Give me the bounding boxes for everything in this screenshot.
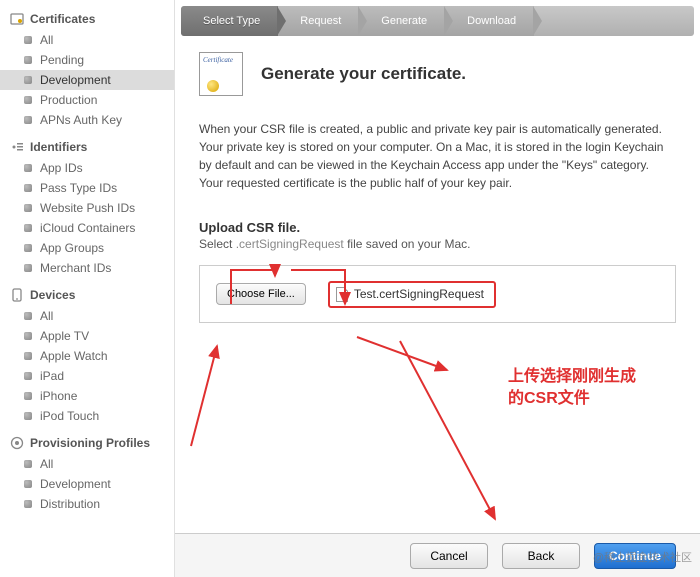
sidebar-item[interactable]: Apple TV	[0, 326, 174, 346]
sidebar-item-label: App Groups	[40, 241, 104, 255]
sidebar-item[interactable]: Merchant IDs	[0, 258, 174, 278]
certificates-icon	[10, 12, 24, 26]
sidebar-item[interactable]: Website Push IDs	[0, 198, 174, 218]
sidebar-item-label: Development	[40, 477, 111, 491]
sidebar-item[interactable]: Development	[0, 70, 174, 90]
identifiers-icon	[10, 140, 24, 154]
back-button[interactable]: Back	[502, 543, 580, 569]
sidebar-item-label: iPhone	[40, 389, 77, 403]
sidebar-header-label: Identifiers	[30, 140, 87, 154]
sidebar-item-label: Merchant IDs	[40, 261, 111, 275]
description-text: When your CSR file is created, a public …	[199, 120, 676, 192]
sidebar-item[interactable]: Distribution	[0, 494, 174, 514]
selected-file-name: Test.certSigningRequest	[354, 287, 484, 301]
sidebar-item[interactable]: All	[0, 30, 174, 50]
bullet-icon	[24, 36, 32, 44]
bullet-icon	[24, 164, 32, 172]
step-download[interactable]: Download	[445, 6, 534, 36]
step-request[interactable]: Request	[278, 6, 359, 36]
bullet-icon	[24, 312, 32, 320]
step-select-type[interactable]: Select Type	[181, 6, 278, 36]
sidebar-header-profiles[interactable]: Provisioning Profiles	[0, 432, 174, 454]
step-generate[interactable]: Generate	[359, 6, 445, 36]
sidebar-item-label: APNs Auth Key	[40, 113, 122, 127]
annotation-callout: 上传选择刚刚生成 的CSR文件	[508, 366, 636, 411]
sidebar-item-label: iPod Touch	[40, 409, 99, 423]
bullet-icon	[24, 392, 32, 400]
sidebar-item-label: Apple Watch	[40, 349, 108, 363]
bullet-icon	[24, 480, 32, 488]
devices-icon	[10, 288, 24, 302]
bullet-icon	[24, 116, 32, 124]
sidebar-item-label: iPad	[40, 369, 64, 383]
bullet-icon	[24, 76, 32, 84]
sidebar-item[interactable]: App IDs	[0, 158, 174, 178]
sidebar-item[interactable]: All	[0, 306, 174, 326]
sidebar-header-label: Certificates	[30, 12, 95, 26]
sidebar-item[interactable]: Production	[0, 90, 174, 110]
sidebar-header-certificates[interactable]: Certificates	[0, 8, 174, 30]
file-icon	[336, 287, 348, 302]
bullet-icon	[24, 332, 32, 340]
sidebar-header-label: Provisioning Profiles	[30, 436, 150, 450]
sidebar-item[interactable]: iPad	[0, 366, 174, 386]
bullet-icon	[24, 204, 32, 212]
sidebar-item-label: App IDs	[40, 161, 83, 175]
sidebar-item[interactable]: Apple Watch	[0, 346, 174, 366]
bullet-icon	[24, 96, 32, 104]
sidebar-header-identifiers[interactable]: Identifiers	[0, 136, 174, 158]
page-title: Generate your certificate.	[261, 64, 466, 84]
bullet-icon	[24, 460, 32, 468]
bullet-icon	[24, 500, 32, 508]
bullet-icon	[24, 352, 32, 360]
sidebar-header-devices[interactable]: Devices	[0, 284, 174, 306]
sidebar-item[interactable]: Pending	[0, 50, 174, 70]
sidebar-item[interactable]: Pass Type IDs	[0, 178, 174, 198]
upload-heading: Upload CSR file.	[199, 220, 676, 235]
bullet-icon	[24, 264, 32, 272]
selected-file-chip: Test.certSigningRequest	[328, 281, 496, 308]
bullet-icon	[24, 372, 32, 380]
profiles-icon	[10, 436, 24, 450]
sidebar-item[interactable]: Development	[0, 474, 174, 494]
cancel-button[interactable]: Cancel	[410, 543, 488, 569]
sidebar-item-label: Apple TV	[40, 329, 89, 343]
sidebar-item-label: All	[40, 33, 53, 47]
main-panel: Select TypeRequestGenerateDownload Certi…	[175, 0, 700, 577]
sidebar-item[interactable]: App Groups	[0, 238, 174, 258]
sidebar-item[interactable]: iCloud Containers	[0, 218, 174, 238]
sidebar-item-label: Distribution	[40, 497, 100, 511]
bullet-icon	[24, 244, 32, 252]
continue-button[interactable]: Continue	[594, 543, 676, 569]
bullet-icon	[24, 56, 32, 64]
bullet-icon	[24, 412, 32, 420]
sidebar-item-label: iCloud Containers	[40, 221, 135, 235]
footer-bar: Cancel Back Continue	[175, 533, 700, 577]
sidebar-item-label: Pending	[40, 53, 84, 67]
sidebar-item[interactable]: iPhone	[0, 386, 174, 406]
sidebar-item[interactable]: iPod Touch	[0, 406, 174, 426]
file-extension: .certSigningRequest	[236, 237, 344, 251]
sidebar-header-label: Devices	[30, 288, 75, 302]
sidebar-item-label: All	[40, 457, 53, 471]
step-bar: Select TypeRequestGenerateDownload	[181, 6, 694, 36]
sidebar-item[interactable]: APNs Auth Key	[0, 110, 174, 130]
upload-dropzone: Choose File... Test.certSigningRequest	[199, 265, 676, 323]
sidebar: Certificates All Pending Development Product…	[0, 0, 175, 577]
choose-file-button[interactable]: Choose File...	[216, 283, 306, 305]
sidebar-item-label: Development	[40, 73, 111, 87]
seal-icon	[207, 80, 219, 92]
upload-subtext: Select .certSigningRequest file saved on…	[199, 237, 676, 251]
cert-icon-label: Certificate	[203, 56, 239, 64]
sidebar-item-label: Production	[40, 93, 97, 107]
sidebar-item-label: Website Push IDs	[40, 201, 135, 215]
certificate-icon: Certificate	[199, 52, 243, 96]
sidebar-item[interactable]: All	[0, 454, 174, 474]
sidebar-item-label: Pass Type IDs	[40, 181, 117, 195]
bullet-icon	[24, 224, 32, 232]
sidebar-item-label: All	[40, 309, 53, 323]
bullet-icon	[24, 184, 32, 192]
